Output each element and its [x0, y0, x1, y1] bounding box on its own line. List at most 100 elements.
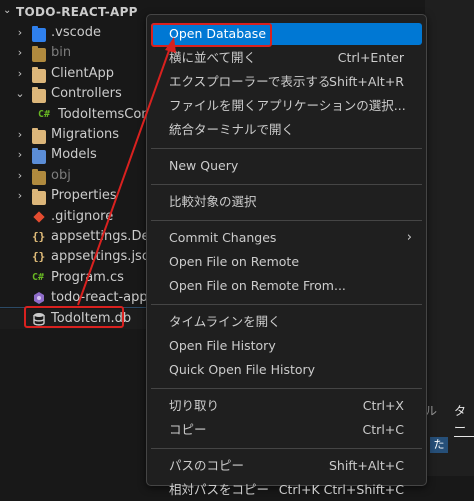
menu-item-label: 切り取り — [169, 398, 220, 413]
tree-item-label: appsettings.json — [51, 249, 159, 265]
menu-item-label: 統合ターミナルで開く — [169, 122, 295, 137]
menu-item[interactable]: パスのコピー Shift+Alt+C — [151, 455, 422, 477]
chevron-down-icon: ⌄ — [3, 5, 12, 16]
tree-item[interactable]: › .vscode — [0, 23, 160, 43]
project-title: TODO-REACT-APP — [16, 5, 138, 19]
panel-tabs: ル ター — [425, 400, 474, 437]
tree-item[interactable]: › bin — [0, 43, 160, 63]
tree-item[interactable]: › ClientApp — [0, 64, 160, 84]
chevron-right-icon[interactable]: › — [15, 125, 25, 145]
chevron-right-icon[interactable]: › — [15, 23, 25, 43]
menu-item-label: パスのコピー — [169, 458, 245, 473]
tree-item-label: obj — [51, 167, 71, 183]
menu-item-label: ファイルを開くアプリケーションの選択... — [169, 98, 406, 113]
tree-item-label: Controllers — [51, 86, 122, 102]
tree-item-label: ClientApp — [51, 65, 115, 81]
chevron-right-icon[interactable]: › — [15, 64, 25, 84]
menu-item-label: 横に並べて開く — [169, 50, 257, 65]
menu-item[interactable]: 統合ターミナルで開く — [151, 119, 422, 141]
menu-item[interactable]: 横に並べて開く Ctrl+Enter — [151, 47, 422, 69]
folder-icon — [32, 128, 46, 144]
terminal-selection-chip: た — [430, 437, 448, 453]
menu-item[interactable]: 切り取り Ctrl+X — [151, 395, 422, 417]
menu-item-label: Commit Changes — [169, 230, 277, 245]
menu-item-label: Open File on Remote From... — [169, 278, 346, 293]
folder-icon — [32, 66, 46, 83]
menu-item-shortcut: Shift+Alt+R — [329, 74, 404, 89]
folder-icon — [32, 46, 46, 63]
menu-separator — [151, 184, 422, 185]
menu-item-label: Open File on Remote — [169, 254, 300, 269]
tree-item[interactable]: C# TodoItemsContro — [0, 105, 168, 125]
menu-separator — [151, 148, 422, 149]
tree-item-label: Properties — [51, 188, 117, 204]
csharp-file-icon: C# — [38, 108, 51, 120]
menu-item-label: New Query — [169, 158, 239, 173]
tree-item[interactable]: › obj — [0, 166, 160, 186]
menu-item[interactable]: Commit Changes › — [151, 227, 422, 249]
menu-item-shortcut: Ctrl+C — [362, 422, 404, 437]
menu-item-shortcut: Ctrl+K Ctrl+Shift+C — [278, 482, 404, 497]
tree-item-label: Program.cs — [51, 269, 124, 285]
menu-item[interactable]: ファイルを開くアプリケーションの選択... — [151, 95, 422, 117]
menu-item-label: エクスプローラーで表示する — [169, 74, 331, 89]
menu-item-label: 相対パスをコピー — [169, 482, 270, 497]
menu-item-label: 比較対象の選択 — [169, 194, 257, 209]
menu-item-shortcut: Ctrl+Enter — [337, 50, 404, 65]
explorer-panel: ⌄ TODO-REACT-APP › .vscode › bin › ClientApp ⌄… — [0, 0, 474, 476]
json-file-icon: {} — [32, 250, 46, 264]
menu-item[interactable]: Open File on Remote From... — [151, 275, 422, 297]
menu-item-label: コピー — [169, 422, 207, 437]
folder-icon — [32, 87, 46, 104]
csharp-file-icon: C# — [32, 271, 45, 283]
chevron-right-icon: › — [406, 230, 412, 245]
chevron-down-icon[interactable]: ⌄ — [15, 84, 25, 104]
menu-separator — [151, 220, 422, 221]
menu-item[interactable]: Open File on Remote — [151, 251, 422, 273]
tree-item[interactable]: › Models — [0, 145, 160, 165]
folder-icon — [32, 148, 46, 165]
tree-item-label: Migrations — [51, 127, 120, 142]
chevron-right-icon[interactable]: › — [15, 186, 25, 206]
tree-item-label: bin — [51, 45, 72, 61]
chevron-right-icon[interactable]: › — [15, 166, 25, 186]
tree-item-label: .gitignore — [51, 208, 114, 224]
git-icon — [32, 210, 46, 224]
highlight-box-todoitem-db — [24, 306, 124, 328]
tree-item[interactable]: .gitignore — [0, 207, 160, 227]
menu-separator — [151, 388, 422, 389]
menu-item-label: タイムラインを開く — [169, 314, 281, 329]
folder-icon — [32, 189, 46, 206]
menu-item[interactable]: Quick Open File History — [151, 359, 422, 381]
menu-item[interactable]: Open File History — [151, 335, 422, 357]
tree-item-label: Models — [51, 147, 97, 163]
folder-icon — [32, 26, 46, 42]
menu-item-shortcut: Ctrl+X — [362, 398, 404, 413]
json-file-icon: {} — [32, 230, 46, 243]
project-file-icon — [32, 291, 46, 305]
highlight-box-open-database — [151, 23, 272, 47]
menu-item[interactable]: タイムラインを開く — [151, 311, 422, 333]
folder-icon — [32, 168, 46, 185]
tree-item[interactable]: › Migrations — [0, 125, 160, 145]
tree-item[interactable]: {} appsettings.json — [0, 247, 160, 267]
menu-item[interactable]: エクスプローラーで表示する Shift+Alt+R — [151, 71, 422, 93]
tree-item[interactable]: {} appsettings.Develo — [0, 227, 177, 247]
tree-item[interactable]: C# Program.cs — [0, 268, 160, 288]
menu-separator — [151, 304, 422, 305]
tree-item[interactable]: › Properties — [0, 186, 160, 206]
explorer-header[interactable]: ⌄ TODO-REACT-APP — [0, 3, 160, 23]
menu-item-label: Open File History — [169, 338, 276, 353]
panel-tab-terminal[interactable]: ター — [454, 402, 474, 437]
chevron-right-icon[interactable]: › — [15, 43, 25, 63]
menu-item[interactable]: コピー Ctrl+C — [151, 419, 422, 441]
menu-item-label: Quick Open File History — [169, 362, 316, 377]
menu-separator — [151, 448, 422, 449]
menu-item[interactable]: 比較対象の選択 — [151, 191, 422, 213]
menu-item[interactable]: New Query — [151, 155, 422, 177]
context-menu: Open Database 横に並べて開く Ctrl+Enter エクスプローラーで表… — [146, 14, 427, 497]
menu-item[interactable]: 相対パスをコピー Ctrl+K Ctrl+Shift+C — [151, 479, 422, 501]
menu-item-shortcut: Shift+Alt+C — [328, 458, 404, 473]
chevron-right-icon[interactable]: › — [15, 145, 25, 165]
tree-item[interactable]: ⌄ Controllers — [0, 84, 160, 104]
